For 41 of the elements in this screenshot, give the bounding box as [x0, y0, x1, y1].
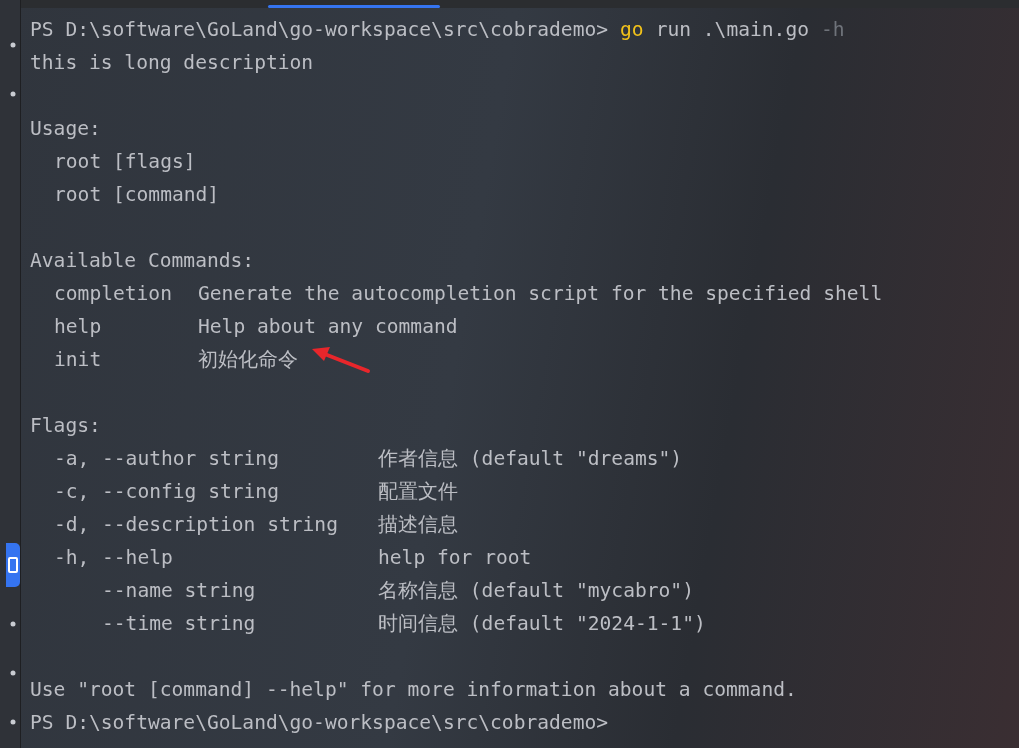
option-description: 作者信息 (default "dreams") — [378, 446, 684, 472]
output-text: Usage: — [30, 116, 101, 142]
option-long-text: --time string — [102, 611, 256, 637]
command-description: 初始化命令 — [198, 348, 298, 371]
dot-icon — [10, 670, 16, 676]
option-description: 配置文件 — [378, 479, 459, 505]
command-option-text: -h — [821, 17, 845, 43]
usage-line: root [command] — [54, 182, 220, 208]
option-long-text: --description string — [102, 512, 338, 538]
option-long-text: --name string — [102, 578, 256, 604]
option-description: help for root — [378, 545, 533, 571]
command-name: go — [620, 17, 644, 43]
command-args: run .\main.go — [655, 17, 809, 43]
option-short-text: -d, — [54, 513, 90, 536]
option-long-text: --config string — [102, 479, 279, 505]
tool-window-button[interactable] — [6, 543, 20, 587]
dot-icon — [10, 621, 16, 627]
output-text: this is long description — [30, 50, 314, 76]
option-description: 名称信息 (default "mycabro") — [378, 578, 695, 604]
command-description: Generate the autocompletion script for the specified shell — [198, 282, 883, 305]
option-short-text: -c, — [54, 480, 90, 503]
dot-icon — [10, 42, 16, 48]
output-text: Use "root [command] --help" for more information about a command. — [30, 677, 797, 703]
option-long-text: --author string — [102, 446, 279, 472]
command-name: completion — [54, 281, 173, 307]
dot-icon — [10, 91, 16, 97]
dot-icon — [10, 719, 16, 725]
output-text: Available Commands: — [30, 248, 255, 274]
option-short-text: -h, — [54, 546, 90, 569]
prompt-path: PS D:\software\GoLand\go-workspace\src\cobrademo> — [30, 17, 609, 43]
command-name: help — [54, 314, 103, 340]
panel-icon — [8, 557, 18, 573]
command-name: init — [54, 347, 103, 373]
option-short-text: -a, — [54, 447, 90, 470]
usage-line: root [flags] — [54, 149, 196, 175]
command-description: Help about any command — [198, 315, 458, 338]
prompt-path: PS D:\software\GoLand\go-workspace\src\cobrademo> — [30, 710, 609, 736]
output-text: Flags: — [30, 413, 101, 439]
option-description: 描述信息 — [378, 512, 459, 538]
option-long-text: --help — [102, 545, 173, 571]
option-description: 时间信息 (default "2024-1-1") — [378, 611, 707, 637]
